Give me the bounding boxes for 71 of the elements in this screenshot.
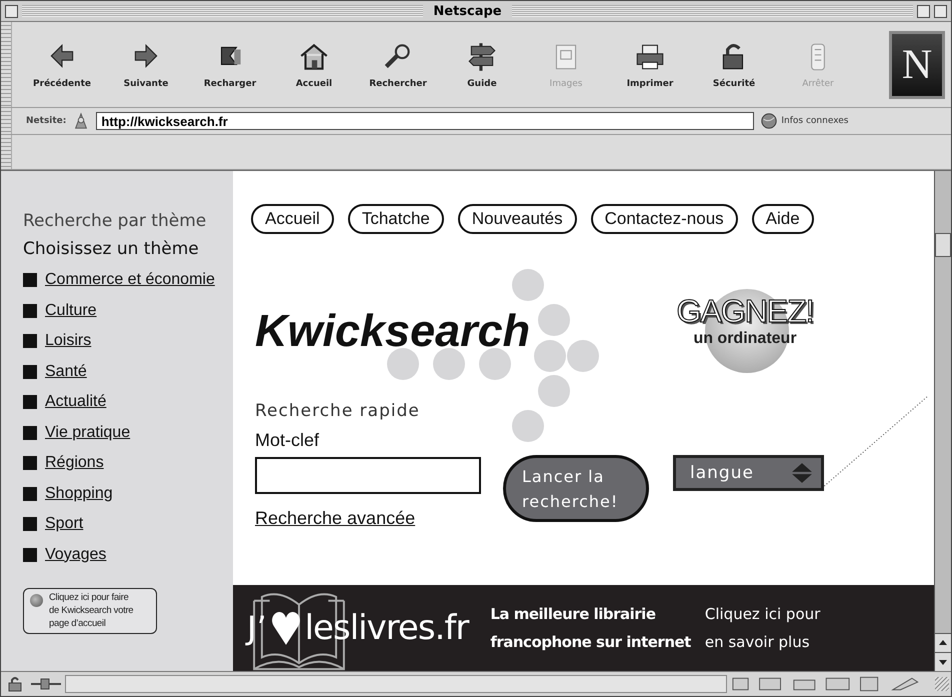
- square-bullet-icon: [23, 395, 37, 410]
- square-bullet-icon: [23, 517, 37, 532]
- theme-link[interactable]: Culture: [45, 302, 97, 320]
- square-bullet-icon: [23, 456, 37, 470]
- square-bullet-icon: [23, 304, 37, 318]
- updown-icon: [791, 462, 813, 484]
- banner-tagline: La meilleure librairie francophone sur internet: [490, 604, 691, 653]
- scroll-up-button[interactable]: [935, 633, 951, 652]
- up-arrow-icon: [938, 638, 948, 648]
- toolbar-button[interactable]: Accueil: [272, 40, 356, 88]
- language-select[interactable]: langue: [673, 455, 824, 491]
- square-bullet-icon: [23, 548, 37, 562]
- toolbar-button[interactable]: Suivante: [104, 40, 188, 88]
- square-bullet-icon: [23, 486, 37, 501]
- resize-grip[interactable]: [935, 677, 949, 691]
- promo-banner[interactable]: GAGNEZ! un ordinateur: [665, 287, 825, 375]
- close-box[interactable]: [5, 4, 18, 18]
- plug-icon[interactable]: [31, 676, 61, 692]
- toolbar-button[interactable]: Rechercher: [356, 40, 440, 88]
- promo-subline: un ordinateur: [693, 330, 797, 348]
- globe-icon: [760, 112, 778, 130]
- nav-link[interactable]: Tchatche: [348, 204, 444, 234]
- section-title: Recherche rapide: [255, 401, 421, 421]
- location-label: Netsite:: [26, 116, 66, 126]
- keyword-field[interactable]: [255, 457, 481, 494]
- set-homepage-button[interactable]: Cliquez ici pour faire de Kwicksearch votre page d’accueil: [23, 588, 157, 634]
- square-bullet-icon: [23, 334, 37, 348]
- theme-link[interactable]: Santé: [45, 362, 87, 381]
- nav-link[interactable]: Accueil: [251, 204, 334, 234]
- heart-icon: [270, 610, 301, 646]
- promo-headline: GAGNEZ!: [676, 293, 814, 330]
- theme-link[interactable]: Actualité: [45, 393, 106, 412]
- collapse-box[interactable]: [934, 4, 947, 18]
- nav-link[interactable]: Contactez-nous: [590, 204, 738, 234]
- search-button[interactable]: Lancer la recherche!: [503, 455, 649, 522]
- nav-link[interactable]: Nouveautés: [458, 204, 577, 234]
- toolbar-grip[interactable]: [1, 135, 12, 169]
- scroll-thumb[interactable]: [935, 233, 951, 257]
- theme-link[interactable]: Vie pratique: [45, 424, 130, 442]
- down-arrow-icon: [938, 657, 948, 667]
- toolbar-button[interactable]: Guide: [440, 40, 524, 88]
- site-logo: Kwicksearch: [255, 305, 532, 357]
- nav-link[interactable]: Aide: [752, 204, 814, 234]
- window-title: Netscape: [432, 4, 503, 18]
- scrollbar[interactable]: [934, 171, 951, 671]
- netscape-logo: N: [889, 30, 945, 98]
- theme-link[interactable]: Commerce et économie: [45, 271, 215, 290]
- theme-link[interactable]: Voyages: [45, 546, 106, 564]
- toolbar-grip[interactable]: [1, 22, 12, 107]
- theme-link[interactable]: Loisirs: [45, 332, 92, 350]
- toolbar-button[interactable]: Recharger: [188, 40, 272, 88]
- banner-link[interactable]: Cliquez ici pour en savoir plus: [704, 600, 820, 656]
- related-links-button[interactable]: Infos connexes: [760, 112, 848, 130]
- square-bullet-icon: [23, 364, 37, 379]
- dot-icon: [30, 594, 43, 607]
- toolbar-button[interactable]: Imprimer: [608, 40, 692, 88]
- square-bullet-icon: [23, 273, 37, 288]
- scroll-down-button[interactable]: [935, 652, 951, 671]
- url-field[interactable]: http://kwicksearch.fr: [96, 112, 754, 130]
- advanced-search-link[interactable]: Recherche avancée: [255, 508, 503, 529]
- theme-link[interactable]: Shopping: [45, 484, 113, 503]
- zoom-box[interactable]: [917, 4, 930, 18]
- square-bullet-icon: [23, 426, 37, 440]
- toolbar-button[interactable]: Sécurité: [692, 40, 776, 88]
- theme-link[interactable]: Régions: [45, 454, 104, 472]
- sidebar-heading: Recherche par thème: [23, 211, 208, 231]
- toolbar-grip[interactable]: [1, 108, 12, 134]
- field-label: Mot-clef: [255, 430, 320, 451]
- sidebar-subheading: Choisissez un thème: [23, 239, 200, 259]
- toolbar-button[interactable]: Précédente: [20, 40, 104, 88]
- theme-link[interactable]: Sport: [45, 515, 84, 534]
